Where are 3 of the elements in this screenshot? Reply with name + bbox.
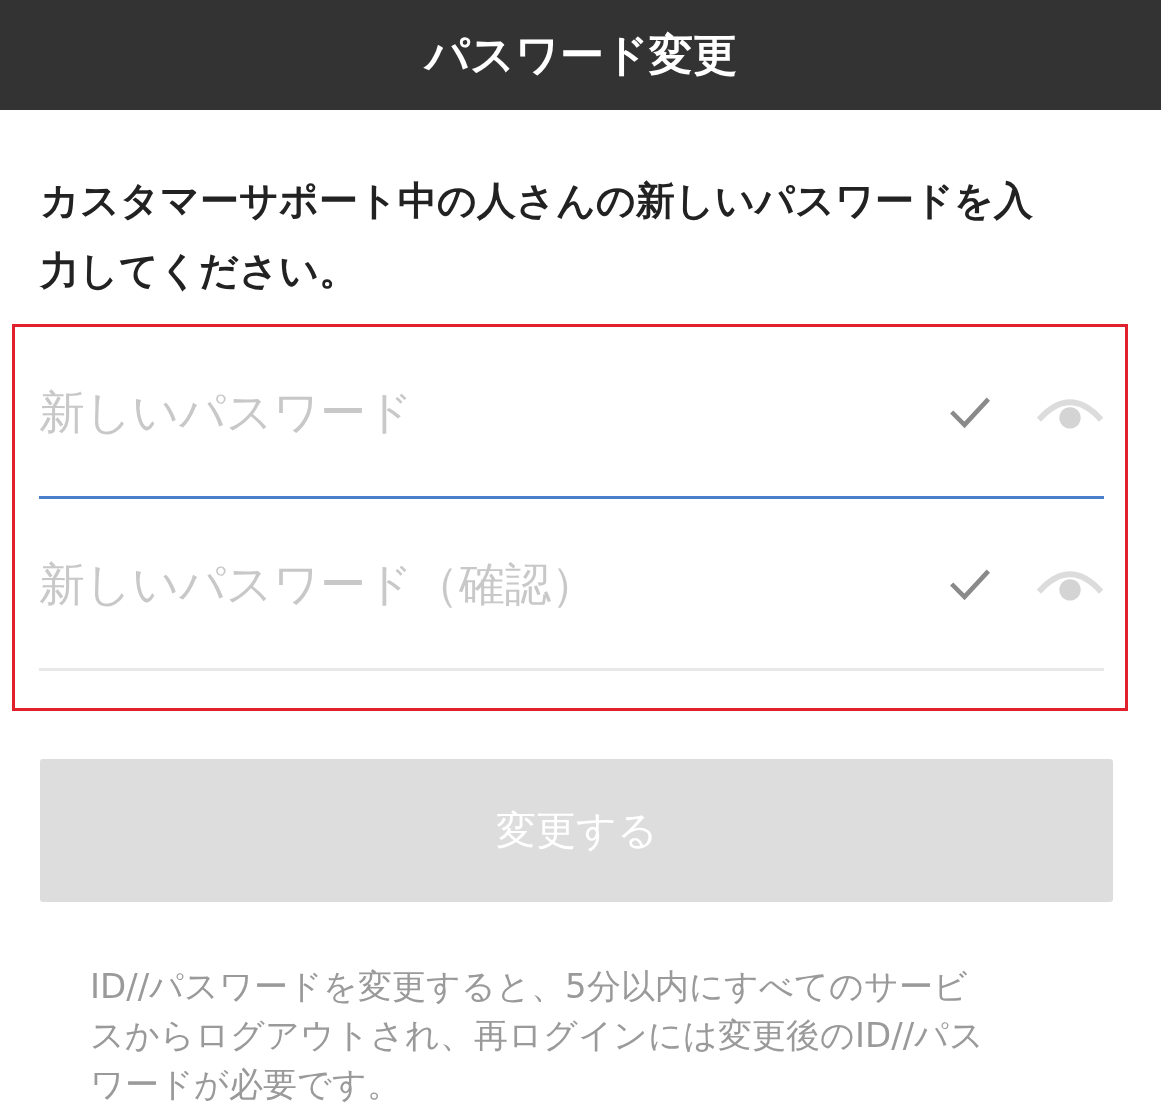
note-text: ID//パスワードを変更すると、5分以内にすべてのサービスからログアウトされ、再ログインには変更後のID//パスワードが必要です。 (89, 965, 985, 1106)
instruction-text: カスタマーサポート中の人さんの新しいパスワードを入力してください。 (38, 177, 1034, 295)
page-title: パスワード変更 (424, 27, 737, 82)
